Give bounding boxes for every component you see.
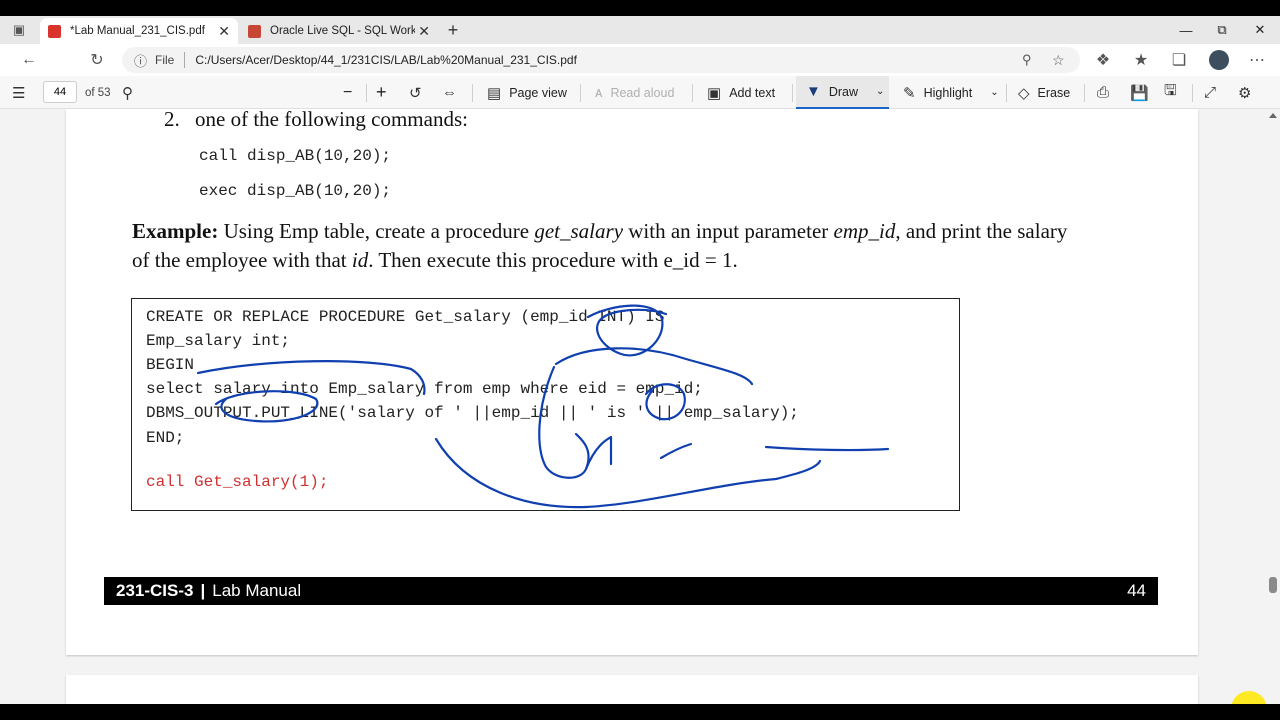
scrollbar-thumb[interactable] (1269, 577, 1277, 593)
chevron-down-icon[interactable]: ⌄ (990, 87, 998, 98)
zoom-icon[interactable]: ⚲ (1022, 52, 1032, 68)
footer-title: Lab Manual (212, 581, 302, 600)
maximize-button[interactable]: ⧉ (1202, 19, 1242, 41)
zoom-out-button[interactable]: − (343, 76, 352, 109)
close-window-button[interactable]: ✕ (1240, 19, 1280, 41)
fit-page-icon[interactable]: ⇔ (442, 76, 465, 109)
divider (1006, 84, 1007, 102)
add-text-icon: ▣ (707, 84, 722, 102)
pdf-page-next (66, 675, 1198, 704)
tab-title: *Lab Manual_231_CIS.pdf (70, 25, 205, 37)
erase-label: Erase (1037, 85, 1071, 100)
info-icon[interactable]: ⓘ (134, 51, 147, 70)
footer-page-number: 44 (1127, 581, 1146, 600)
table-of-contents-icon[interactable]: ☰ (12, 76, 33, 109)
ink-arrow-to-emp-salary (196, 360, 426, 396)
print-icon[interactable]: ⎙ (1097, 76, 1117, 109)
close-icon[interactable]: ✕ (418, 23, 430, 40)
avatar[interactable] (1206, 48, 1232, 72)
highlighter-icon: ✎ (903, 84, 916, 102)
divider (580, 84, 581, 102)
ink-loop-left (538, 365, 590, 479)
chevron-down-icon[interactable]: ⌄ (876, 86, 884, 97)
tab-actions-icon[interactable]: ▣ (6, 18, 32, 42)
more-menu-icon[interactable]: ⋯ (1244, 48, 1270, 72)
new-tab-button[interactable]: + (440, 18, 466, 42)
zoom-in-button[interactable]: + (376, 76, 387, 109)
save-as-icon[interactable]: 🖫 (1164, 76, 1185, 109)
close-icon[interactable]: ✕ (218, 23, 230, 40)
browser-window: ▣ *Lab Manual_231_CIS.pdf ✕ Oracle Live … (0, 16, 1280, 704)
favorites-icon[interactable]: ★ (1128, 48, 1154, 72)
add-text-button[interactable]: ▣ Add text (707, 76, 775, 109)
ink-circle-eid (644, 383, 686, 421)
ink-circle-salary (214, 390, 319, 423)
tab-lab-manual[interactable]: *Lab Manual_231_CIS.pdf ✕ (40, 18, 238, 44)
footer-divider: | (200, 581, 206, 600)
ink-bottom-curve (434, 437, 822, 509)
pdf-file-icon (48, 24, 61, 38)
oracle-icon (248, 24, 261, 38)
divider (792, 84, 793, 102)
ink-hook (584, 435, 613, 471)
highlight-label: Highlight (923, 85, 973, 100)
url-field[interactable]: ⓘ File C:/Users/Acer/Desktop/44_1/231CIS… (122, 47, 1080, 73)
ink-underline-emp-salary (764, 445, 890, 452)
save-icon[interactable]: 💾 (1130, 76, 1157, 109)
tab-bar: ▣ *Lab Manual_231_CIS.pdf ✕ Oracle Live … (0, 16, 1280, 44)
back-icon[interactable]: ← (16, 48, 42, 72)
search-icon[interactable]: ⚲ (122, 76, 141, 109)
settings-gear-icon[interactable]: ⚙ (1238, 76, 1259, 109)
divider (366, 84, 367, 102)
rotate-icon[interactable]: ↺ (409, 76, 430, 109)
draw-icon: ▼ (806, 83, 821, 100)
favorite-star-icon[interactable]: ☆ (1052, 52, 1065, 69)
page-total: of 53 (85, 86, 111, 99)
tab-oracle-live-sql[interactable]: Oracle Live SQL - SQL Workshee ✕ (240, 18, 438, 44)
read-aloud-label: Read aloud (610, 85, 675, 100)
scroll-up-icon[interactable] (1269, 113, 1277, 118)
page-number-input[interactable]: 44 (43, 81, 77, 103)
eraser-icon: ◇ (1018, 84, 1030, 102)
page-footer: 231-CIS-3 | Lab Manual 44 (104, 577, 1158, 605)
ink-loop-arrow (554, 347, 754, 386)
minimize-button[interactable]: — (1166, 19, 1206, 41)
divider (1192, 84, 1193, 102)
refresh-icon[interactable]: ↻ (84, 48, 110, 72)
add-text-label: Add text (729, 85, 776, 100)
read-aloud-button[interactable]: ᴀ Read aloud (595, 76, 674, 109)
ink-tick (659, 442, 693, 460)
divider (692, 84, 693, 102)
scheme-label: File (155, 53, 175, 67)
url-divider (184, 52, 186, 68)
divider (472, 84, 473, 102)
scrollbar[interactable] (1266, 109, 1280, 704)
pdf-page: 2. one of the following commands: call d… (66, 109, 1198, 655)
document-viewer[interactable]: 2. one of the following commands: call d… (0, 109, 1280, 704)
ink-annotations (196, 304, 890, 509)
erase-button[interactable]: ◇ Erase (1018, 76, 1070, 109)
page-view-button[interactable]: ▤ Page view (487, 76, 567, 109)
extensions-icon[interactable]: ❖ (1090, 48, 1116, 72)
collections-icon[interactable]: ❏ (1166, 48, 1192, 72)
highlight-button[interactable]: ✎ Highlight ⌄ (903, 76, 999, 109)
draw-button[interactable]: ▼ Draw ⌄ (796, 76, 889, 109)
read-aloud-icon: ᴀ (595, 84, 603, 101)
url-text: C:/Users/Acer/Desktop/44_1/231CIS/LAB/La… (195, 53, 577, 67)
footer-course: 231-CIS-3 (116, 581, 194, 600)
address-bar: ← ↻ ⓘ File C:/Users/Acer/Desktop/44_1/23… (0, 44, 1280, 76)
divider (1084, 84, 1085, 102)
page-view-icon: ▤ (487, 84, 502, 102)
draw-label: Draw (828, 84, 859, 99)
tab-title: Oracle Live SQL - SQL Workshee (270, 25, 415, 37)
page-view-label: Page view (509, 85, 567, 100)
fullscreen-icon[interactable]: ⤢ (1204, 76, 1224, 109)
pdf-toolbar: ☰ 44 of 53 ⚲ − + ↺ ⇔ ▤ Page view ᴀ Read al… (0, 76, 1280, 109)
